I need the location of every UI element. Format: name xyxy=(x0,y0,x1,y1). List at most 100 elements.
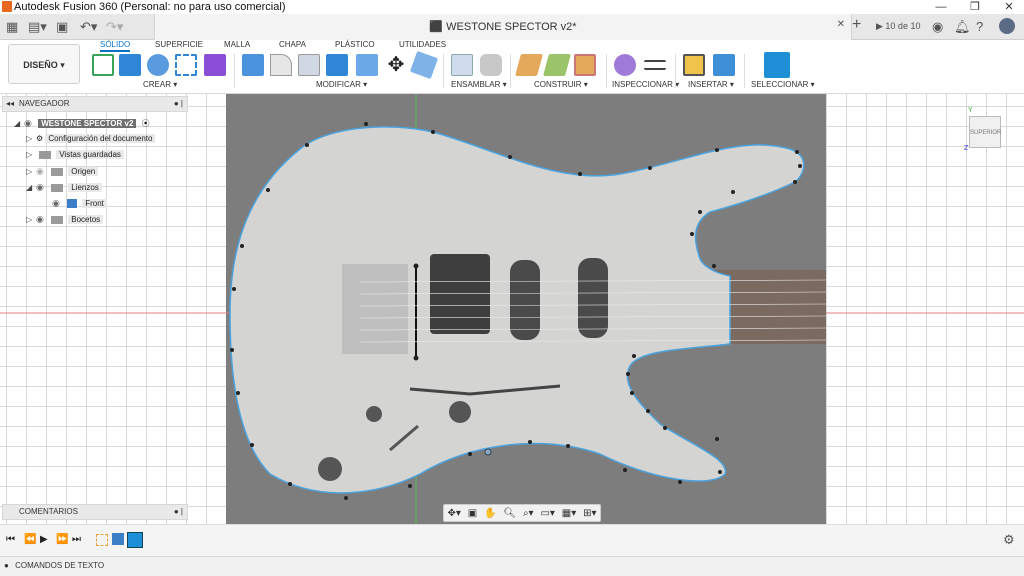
group-construir[interactable]: CONSTRUIR ▾ xyxy=(534,80,588,89)
pan-icon[interactable]: ✋ xyxy=(484,508,496,519)
play-icon[interactable]: ▶ xyxy=(40,534,48,545)
grid-settings-icon[interactable]: ▦▾ xyxy=(562,508,576,519)
split-body-icon[interactable] xyxy=(356,54,378,76)
activate-radio-icon[interactable]: ⦿ xyxy=(142,119,150,128)
browser-item-front-canvas[interactable]: ◉ Front xyxy=(52,196,107,210)
viewports-icon[interactable]: ⊞▾ xyxy=(583,508,596,519)
timeline-sketch-active-icon[interactable] xyxy=(127,532,143,548)
timeline-settings-icon[interactable]: ⚙ xyxy=(1003,532,1015,548)
step-forward-icon[interactable]: ⏩ xyxy=(56,534,68,545)
comments-panel[interactable]: COMENTARIOS ● | xyxy=(2,504,188,520)
redo-icon[interactable]: ↷▾ xyxy=(106,19,123,35)
document-tab[interactable]: ⬛ WESTONE SPECTOR v2* ✕ xyxy=(154,14,852,40)
group-crear[interactable]: CREAR ▾ xyxy=(143,80,177,89)
comments-pin-icon[interactable]: ● | xyxy=(174,505,183,519)
new-component-icon[interactable] xyxy=(451,54,473,76)
form-icon[interactable] xyxy=(204,54,226,76)
step-back-icon[interactable]: ⏪ xyxy=(24,534,36,545)
interference-icon[interactable] xyxy=(644,60,666,70)
group-inspeccionar[interactable]: INSPECCIONAR ▾ xyxy=(612,80,679,89)
visibility-eye-icon[interactable]: ◉ xyxy=(36,212,48,226)
maximize-button[interactable]: ❐ xyxy=(960,0,990,14)
apps-grid-icon[interactable]: ▦ xyxy=(6,19,18,35)
collapse-triangle-icon[interactable]: ◢ xyxy=(14,117,24,131)
measure-icon[interactable] xyxy=(614,54,636,76)
file-menu-icon[interactable]: ▤▾ xyxy=(28,19,47,35)
group-modificar[interactable]: MODIFICAR ▾ xyxy=(316,80,367,89)
display-settings-icon[interactable]: ▭▾ xyxy=(540,508,554,519)
browser-item-sketches[interactable]: ▷ ◉ Bocetos xyxy=(26,212,104,227)
visibility-eye-icon[interactable]: ◉ xyxy=(36,164,48,178)
browser-root[interactable]: ◢ ◉ WESTONE SPECTOR v2 ⦿ xyxy=(14,116,150,130)
press-pull-icon[interactable] xyxy=(242,54,264,76)
browser-item-origin[interactable]: ▷ ◉ Origen xyxy=(26,164,99,179)
avatar[interactable] xyxy=(999,18,1015,34)
browser-item-canvases[interactable]: ◢ ◉ Lienzos xyxy=(26,180,102,194)
save-icon[interactable]: ▣ xyxy=(56,19,68,35)
look-at-icon[interactable]: ▣ xyxy=(468,508,477,519)
expand-icon[interactable]: ● xyxy=(4,561,9,570)
plane-at-angle-icon[interactable] xyxy=(574,54,596,76)
fillet-icon[interactable] xyxy=(270,54,292,76)
revolve-icon[interactable] xyxy=(147,54,169,76)
visibility-eye-icon[interactable]: ◉ xyxy=(52,196,64,210)
expand-triangle-icon[interactable]: ▷ xyxy=(26,213,36,227)
tab-plastico[interactable]: PLÁSTICO xyxy=(335,40,375,49)
expand-triangle-icon[interactable]: ▷ xyxy=(26,132,36,146)
combine-icon[interactable] xyxy=(326,54,348,76)
collapse-icon[interactable]: ◂◂ xyxy=(6,97,14,111)
notifications-icon[interactable]: 🔔︎ xyxy=(954,19,971,35)
collapse-triangle-icon[interactable]: ◢ xyxy=(26,181,36,195)
fit-icon[interactable]: ⌕▾ xyxy=(523,508,534,519)
tab-utilidades[interactable]: UTILIDADES xyxy=(399,40,446,49)
folder-icon xyxy=(39,150,51,159)
shell-icon[interactable] xyxy=(298,54,320,76)
group-ensamblar[interactable]: ENSAMBLAR ▾ xyxy=(451,80,507,89)
browser-pin-icon[interactable]: ● | xyxy=(174,97,183,111)
expand-triangle-icon[interactable]: ▷ xyxy=(26,165,36,179)
timeline-canvas-icon[interactable] xyxy=(112,533,124,545)
browser-item-named-views[interactable]: ▷ Vistas guardadas xyxy=(26,148,124,162)
text-commands-bar[interactable]: ● COMANDOS DE TEXTO xyxy=(0,556,1024,576)
go-to-start-icon[interactable]: ⏮ xyxy=(6,534,15,545)
orbit-icon[interactable]: ✥▾ xyxy=(447,508,460,519)
midplane-icon[interactable] xyxy=(543,54,571,76)
expand-triangle-icon[interactable]: ▷ xyxy=(26,148,36,162)
new-tab-button[interactable]: + xyxy=(852,16,861,34)
insert-derive-icon[interactable] xyxy=(683,54,705,76)
tab-solido[interactable]: SÓLIDO xyxy=(100,40,131,52)
visibility-eye-icon[interactable]: ◉ xyxy=(24,116,36,130)
browser-header[interactable]: ◂◂ NAVEGADOR ● | xyxy=(2,96,188,112)
offset-plane-icon[interactable] xyxy=(515,54,543,76)
pickup-bridge xyxy=(430,254,490,334)
minimize-button[interactable]: — xyxy=(926,0,956,14)
scale-icon[interactable] xyxy=(409,50,439,80)
tab-superficie[interactable]: SUPERFICIE xyxy=(155,40,203,49)
tab-malla[interactable]: MALLA xyxy=(224,40,250,49)
pattern-icon[interactable] xyxy=(175,54,197,76)
select-arrow-icon[interactable] xyxy=(764,52,790,78)
canvas-image-icon[interactable] xyxy=(713,54,735,76)
viewcube[interactable]: SUPERIOR xyxy=(969,116,1001,148)
browser-item-label: Lienzos xyxy=(68,183,102,192)
close-tab-button[interactable]: ✕ xyxy=(837,19,845,30)
job-status[interactable]: ▶ 10 de 10 xyxy=(876,21,920,32)
browser-item-document-settings[interactable]: ▷ ⚙ Configuración del documento xyxy=(26,132,156,146)
extrude-icon[interactable] xyxy=(119,54,141,76)
extensions-icon[interactable]: ◉ xyxy=(932,19,943,35)
group-insertar[interactable]: INSERTAR ▾ xyxy=(688,80,734,89)
undo-icon[interactable]: ↶▾ xyxy=(80,19,97,35)
timeline-sketch-icon[interactable] xyxy=(96,534,108,546)
go-to-end-icon[interactable]: ⏭ xyxy=(72,534,81,545)
zoom-icon[interactable]: 🔍︎ xyxy=(503,508,516,519)
visibility-eye-icon[interactable]: ◉ xyxy=(36,180,48,194)
move-icon[interactable]: ✥ xyxy=(385,54,407,76)
group-seleccionar[interactable]: SELECCIONAR ▾ xyxy=(751,80,815,89)
close-window-button[interactable]: ✕ xyxy=(994,0,1024,14)
help-icon[interactable]: ? xyxy=(976,19,983,34)
tab-chapa[interactable]: CHAPA xyxy=(279,40,306,49)
sketch-point-selected[interactable] xyxy=(484,448,492,456)
workspace-switcher[interactable]: DISEÑO ▾ xyxy=(8,44,80,84)
create-sketch-icon[interactable] xyxy=(92,54,114,76)
joint-icon[interactable] xyxy=(480,54,502,76)
